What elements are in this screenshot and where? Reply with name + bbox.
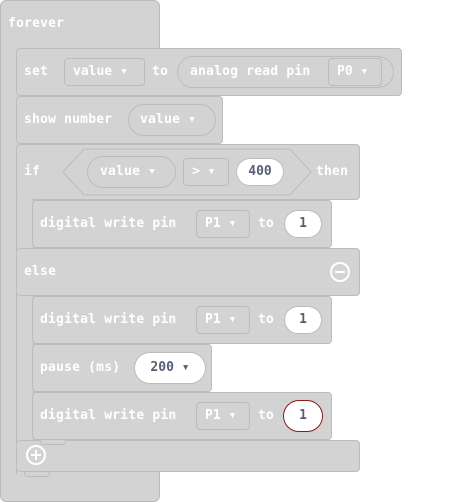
plus-circle-icon[interactable] xyxy=(25,444,47,466)
else-label: else xyxy=(24,264,57,279)
show-number-variable-label: value ▾ xyxy=(140,112,197,127)
digital-write-1-label: digital write pin xyxy=(40,216,177,231)
analog-pin-dropdown[interactable]: P0 ▾ xyxy=(328,58,382,86)
digital-write-2-label: digital write pin xyxy=(40,312,177,327)
set-label: set xyxy=(24,64,49,79)
digital-write-3-value-input[interactable]: 1 xyxy=(283,400,323,432)
pause-duration-dropdown[interactable]: 200 ▾ xyxy=(134,352,206,384)
forever-label: forever xyxy=(8,16,65,31)
digital-write-1-to-label: to xyxy=(258,216,275,231)
show-number-label: show number xyxy=(24,112,113,127)
minus-circle-icon[interactable] xyxy=(329,261,351,283)
pause-label: pause (ms) xyxy=(40,360,121,375)
digital-write-2-pin-dropdown[interactable]: P1 ▾ xyxy=(196,306,250,334)
if-block-footer xyxy=(16,440,360,472)
digital-write-3-pin-dropdown[interactable]: P1 ▾ xyxy=(196,402,250,430)
digital-write-2-value-input[interactable]: 1 xyxy=(284,306,322,334)
set-variable-dropdown[interactable]: value ▾ xyxy=(64,58,145,86)
else-block[interactable] xyxy=(16,248,360,296)
digital-write-1-value-input[interactable]: 1 xyxy=(284,210,322,238)
compare-value-input[interactable]: 400 xyxy=(236,158,284,186)
if-block-notch xyxy=(24,472,50,477)
if-label: if xyxy=(24,164,41,179)
set-to-label: to xyxy=(152,64,169,79)
digital-write-3-label: digital write pin xyxy=(40,408,177,423)
digital-write-3-to-label: to xyxy=(258,408,275,423)
operator-dropdown[interactable]: > ▾ xyxy=(183,158,229,186)
digital-write-1-pin-dropdown[interactable]: P1 ▾ xyxy=(196,210,250,238)
digital-write-2-to-label: to xyxy=(258,312,275,327)
then-label: then xyxy=(316,164,349,179)
if-variable-label: value ▾ xyxy=(100,164,157,179)
analog-read-pin-label: analog read pin xyxy=(190,64,311,79)
